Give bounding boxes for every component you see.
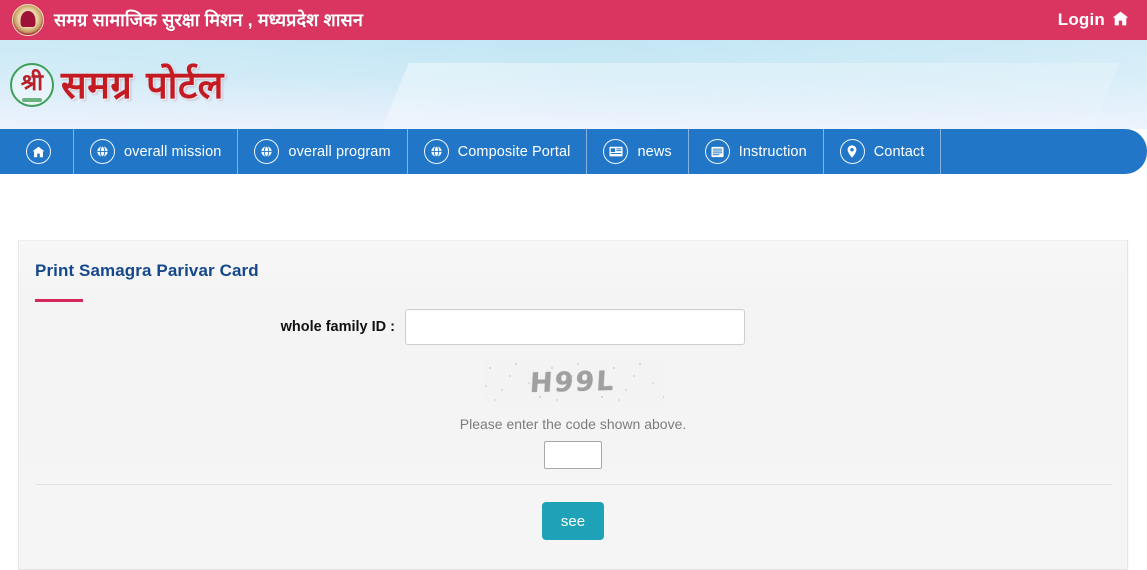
globe-icon: [423, 139, 449, 164]
location-pin-icon: [839, 139, 865, 164]
nav-item-instruction[interactable]: Instruction: [689, 129, 824, 174]
main-navigation: overall mission overall program Composit…: [0, 129, 1147, 174]
nav-label: overall mission: [124, 143, 222, 160]
nav-item-overall-program[interactable]: overall program: [238, 129, 408, 174]
list-icon: [704, 139, 730, 164]
page-title: Print Samagra Parivar Card: [35, 261, 259, 280]
portal-logo[interactable]: श्री समग्र पोर्टल: [10, 62, 224, 107]
portal-logo-text: समग्र पोर्टल: [61, 62, 224, 107]
nav-label: Composite Portal: [457, 143, 571, 160]
submit-row: see: [19, 502, 1127, 540]
captcha-code-text: H99L: [529, 365, 617, 400]
home-icon[interactable]: [1112, 11, 1129, 30]
captcha-hint-text: Please enter the code shown above.: [459, 416, 687, 432]
nav-label: overall program: [288, 143, 391, 160]
top-header-bar: समग्र सामाजिक सुरक्षा मिशन , मध्यप्रदेश …: [0, 0, 1147, 40]
shri-emblem-label: श्री: [20, 69, 44, 96]
nav-label: news: [637, 143, 672, 160]
family-id-row: whole family ID :: [19, 309, 1127, 345]
nav-item-news[interactable]: news: [587, 129, 689, 174]
nav-item-home[interactable]: [0, 129, 74, 174]
portal-banner: श्री समग्र पोर्टल: [0, 40, 1147, 129]
home-icon: [26, 139, 51, 164]
card-divider: [36, 484, 1112, 485]
nav-item-composite-portal[interactable]: Composite Portal: [408, 129, 588, 174]
family-id-input[interactable]: [405, 309, 745, 345]
nav-label: Instruction: [738, 143, 807, 160]
nav-item-overall-mission[interactable]: overall mission: [74, 129, 239, 174]
captcha-input[interactable]: [544, 441, 602, 469]
nav-label: Contact: [873, 143, 925, 160]
family-id-label: whole family ID :: [280, 319, 395, 335]
globe-icon: [90, 139, 115, 164]
nav-item-contact[interactable]: Contact: [824, 129, 942, 174]
see-button[interactable]: see: [541, 502, 605, 540]
captcha-image: H99L: [482, 359, 664, 406]
shri-emblem-icon: श्री: [10, 62, 54, 107]
mp-state-emblem-icon: [12, 4, 44, 36]
government-title: समग्र सामाजिक सुरक्षा मिशन , मध्यप्रदेश …: [54, 10, 363, 30]
newspaper-icon: [603, 139, 629, 164]
captcha-block: H99L Please enter the code shown above.: [19, 359, 1127, 469]
title-accent-rule: [35, 299, 83, 302]
print-card-panel: Print Samagra Parivar Card whole family …: [18, 240, 1128, 570]
login-link[interactable]: Login: [1058, 10, 1105, 30]
login-area[interactable]: Login: [1058, 10, 1129, 30]
globe-icon: [254, 139, 280, 164]
